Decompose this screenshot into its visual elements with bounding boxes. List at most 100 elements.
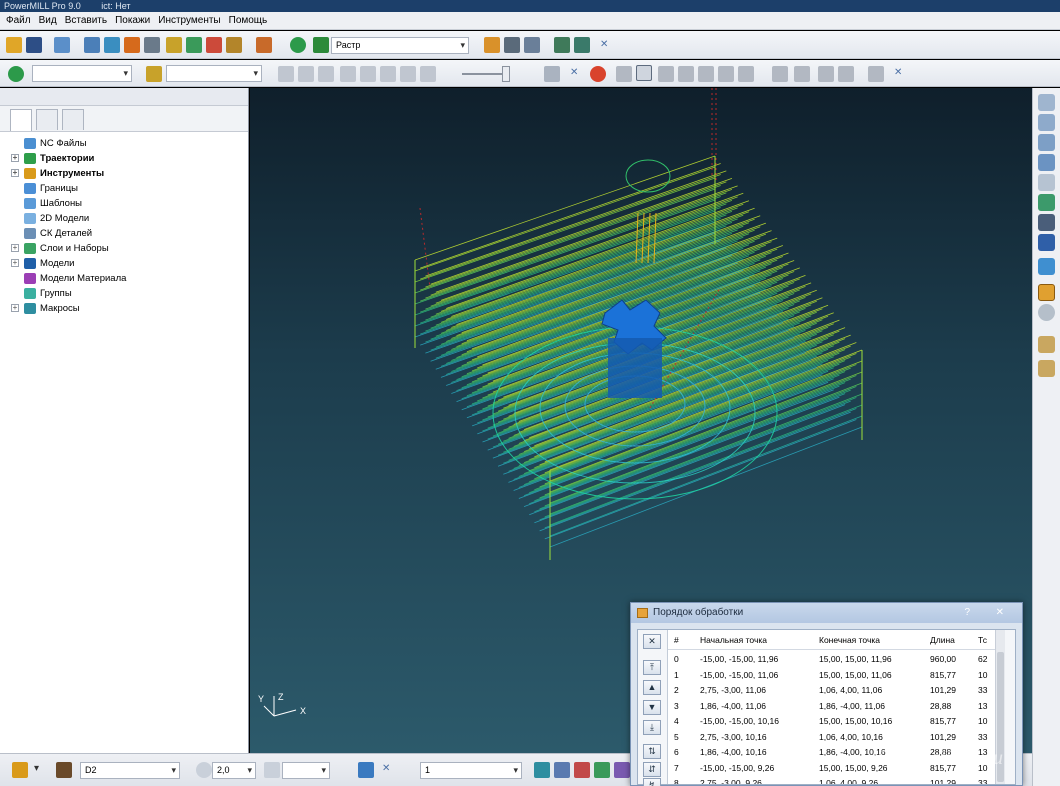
rotate-icon[interactable] (698, 66, 714, 82)
zoom-box-icon[interactable] (1038, 234, 1055, 251)
save-view-icon[interactable] (838, 66, 854, 82)
feeds-speeds-icon[interactable] (124, 37, 140, 53)
speed-slider-handle[interactable] (502, 66, 510, 82)
col-extra[interactable]: Тс (978, 630, 987, 650)
rapid-move-icon[interactable] (104, 37, 120, 53)
go-start-icon[interactable] (400, 66, 416, 82)
sim-toolbar-close-icon[interactable]: ✕ (570, 67, 578, 78)
view-iso-icon[interactable] (1038, 154, 1055, 171)
select-options-icon[interactable] (1038, 360, 1055, 377)
move-top-icon[interactable]: ⤒ (643, 660, 661, 675)
tree-item[interactable]: + Инструменты (0, 166, 248, 181)
globe-view-icon[interactable] (1038, 304, 1055, 321)
tree-item[interactable]: Группы (0, 286, 248, 301)
view-mode-icon[interactable] (636, 65, 652, 81)
tree-item[interactable]: + Траектории (0, 151, 248, 166)
dialog-title-bar[interactable]: Порядок обработки ? ✕ (631, 603, 1022, 623)
eject-icon[interactable] (544, 66, 560, 82)
camera-icon[interactable] (772, 66, 788, 82)
view-side-icon[interactable] (1038, 134, 1055, 151)
refresh-icon[interactable] (1038, 194, 1055, 211)
active-tool-select[interactable]: D2 (80, 762, 180, 779)
save-icon[interactable] (26, 37, 42, 53)
end-point-icon[interactable] (226, 37, 242, 53)
sim-tool-select[interactable] (166, 65, 262, 82)
edit-tool-icon[interactable] (358, 762, 374, 778)
measure-icon[interactable] (554, 762, 570, 778)
select-icon[interactable] (1038, 336, 1055, 353)
expand-icon[interactable]: + (11, 259, 19, 267)
sim-toolpath-select[interactable] (32, 65, 132, 82)
menu-tools[interactable]: Инструменты (156, 15, 226, 26)
go-end-icon[interactable] (420, 66, 436, 82)
tree-item[interactable]: Модели Материала (0, 271, 248, 286)
stock-icon[interactable] (54, 37, 70, 53)
tree-item[interactable]: + Слои и Наборы (0, 241, 248, 256)
layer-select[interactable]: 1 (420, 762, 522, 779)
table-row[interactable]: 3 1,86, -4,00, 11,06 1,86, -4,00, 11,06 28,… (668, 699, 1005, 715)
tool-close-icon[interactable]: ✕ (382, 763, 390, 774)
zoom-icon[interactable] (1038, 174, 1055, 191)
col-length[interactable]: Длина (930, 630, 955, 650)
toolpath-icon[interactable] (290, 37, 306, 53)
toolpath-strategy-icon[interactable] (166, 37, 182, 53)
col-start-point[interactable]: Начальная точка (700, 630, 767, 650)
toolpath-sim-icon[interactable] (8, 66, 24, 82)
view-top-icon[interactable] (1038, 94, 1055, 111)
table-row[interactable]: 4 -15,00, -15,00, 10,16 15,00, 15,00, 10,1… (668, 714, 1005, 730)
collision-icon[interactable] (574, 37, 590, 53)
open-folder-icon[interactable] (6, 37, 22, 53)
exit-view-icon[interactable] (868, 66, 884, 82)
menu-display[interactable]: Покажи (113, 15, 156, 26)
play-icon[interactable] (278, 66, 294, 82)
tree-item[interactable]: NC Файлы (0, 136, 248, 151)
col-index[interactable]: # (674, 630, 679, 650)
material-view-icon[interactable] (1038, 284, 1055, 301)
tool-holder-icon[interactable] (56, 762, 72, 778)
table-row[interactable]: 1 -15,00, -15,00, 11,06 15,00, 15,00, 11,0… (668, 668, 1005, 684)
reverse-all-icon[interactable]: ⇵ (643, 762, 661, 777)
expand-icon[interactable]: + (11, 169, 19, 177)
tree-item[interactable]: Границы (0, 181, 248, 196)
workplane-icon[interactable] (534, 762, 550, 778)
lens-icon[interactable] (738, 66, 754, 82)
record-icon[interactable] (590, 66, 606, 82)
zoom-fit-icon[interactable] (1038, 214, 1055, 231)
tree-item[interactable]: + Макросы (0, 301, 248, 316)
tree-item[interactable]: Шаблоны (0, 196, 248, 211)
view-toolbar-close-icon[interactable]: ✕ (894, 67, 902, 78)
table-row[interactable]: 2 2,75, -3,00, 11,06 1,06, 4,00, 11,06 101,… (668, 683, 1005, 699)
copy-view-icon[interactable] (818, 66, 834, 82)
calculator-icon[interactable] (504, 37, 520, 53)
menu-view[interactable]: Вид (37, 15, 63, 26)
pause-icon[interactable] (298, 66, 314, 82)
dialog-close-button[interactable]: ✕ (996, 603, 1004, 623)
menu-help[interactable]: Помощь (227, 15, 274, 26)
move-up-icon[interactable]: ▲ (643, 680, 661, 695)
table-row[interactable]: 0 -15,00, -15,00, 11,96 15,00, 15,00, 11,9… (668, 652, 1005, 668)
col-end-point[interactable]: Конечная точка (819, 630, 880, 650)
snap-icon[interactable] (574, 762, 590, 778)
tip-radius-input[interactable] (282, 762, 330, 779)
tool-type-dropdown-icon[interactable]: ▾ (34, 763, 39, 774)
expand-icon[interactable]: + (11, 154, 19, 162)
reverse-icon[interactable]: ⇅ (643, 744, 661, 759)
table-row[interactable]: 8 2,75, -3,00, 9,26 1,06, 4,00, 9,26 101,29… (668, 776, 1005, 784)
expand-icon[interactable]: + (11, 244, 19, 252)
apply-order-icon[interactable]: ↯ (643, 778, 661, 786)
table-row[interactable]: 5 2,75, -3,00, 10,16 1,06, 4,00, 10,16 101,… (668, 730, 1005, 746)
tab-explorer[interactable] (10, 109, 32, 131)
block-icon[interactable] (84, 37, 100, 53)
step-forward-icon[interactable] (340, 66, 356, 82)
diameter-input[interactable]: 2,0 (212, 762, 256, 779)
light-icon[interactable] (718, 66, 734, 82)
tree-item[interactable]: 2D Модели (0, 211, 248, 226)
render-icon[interactable] (594, 762, 610, 778)
sim-tool-icon[interactable] (146, 66, 162, 82)
grid-icon[interactable] (554, 37, 570, 53)
leads-links-icon[interactable] (186, 37, 202, 53)
tab-globe[interactable] (36, 109, 58, 130)
rewind-icon[interactable] (360, 66, 376, 82)
start-point-icon[interactable] (206, 37, 222, 53)
expand-icon[interactable]: + (11, 304, 19, 312)
